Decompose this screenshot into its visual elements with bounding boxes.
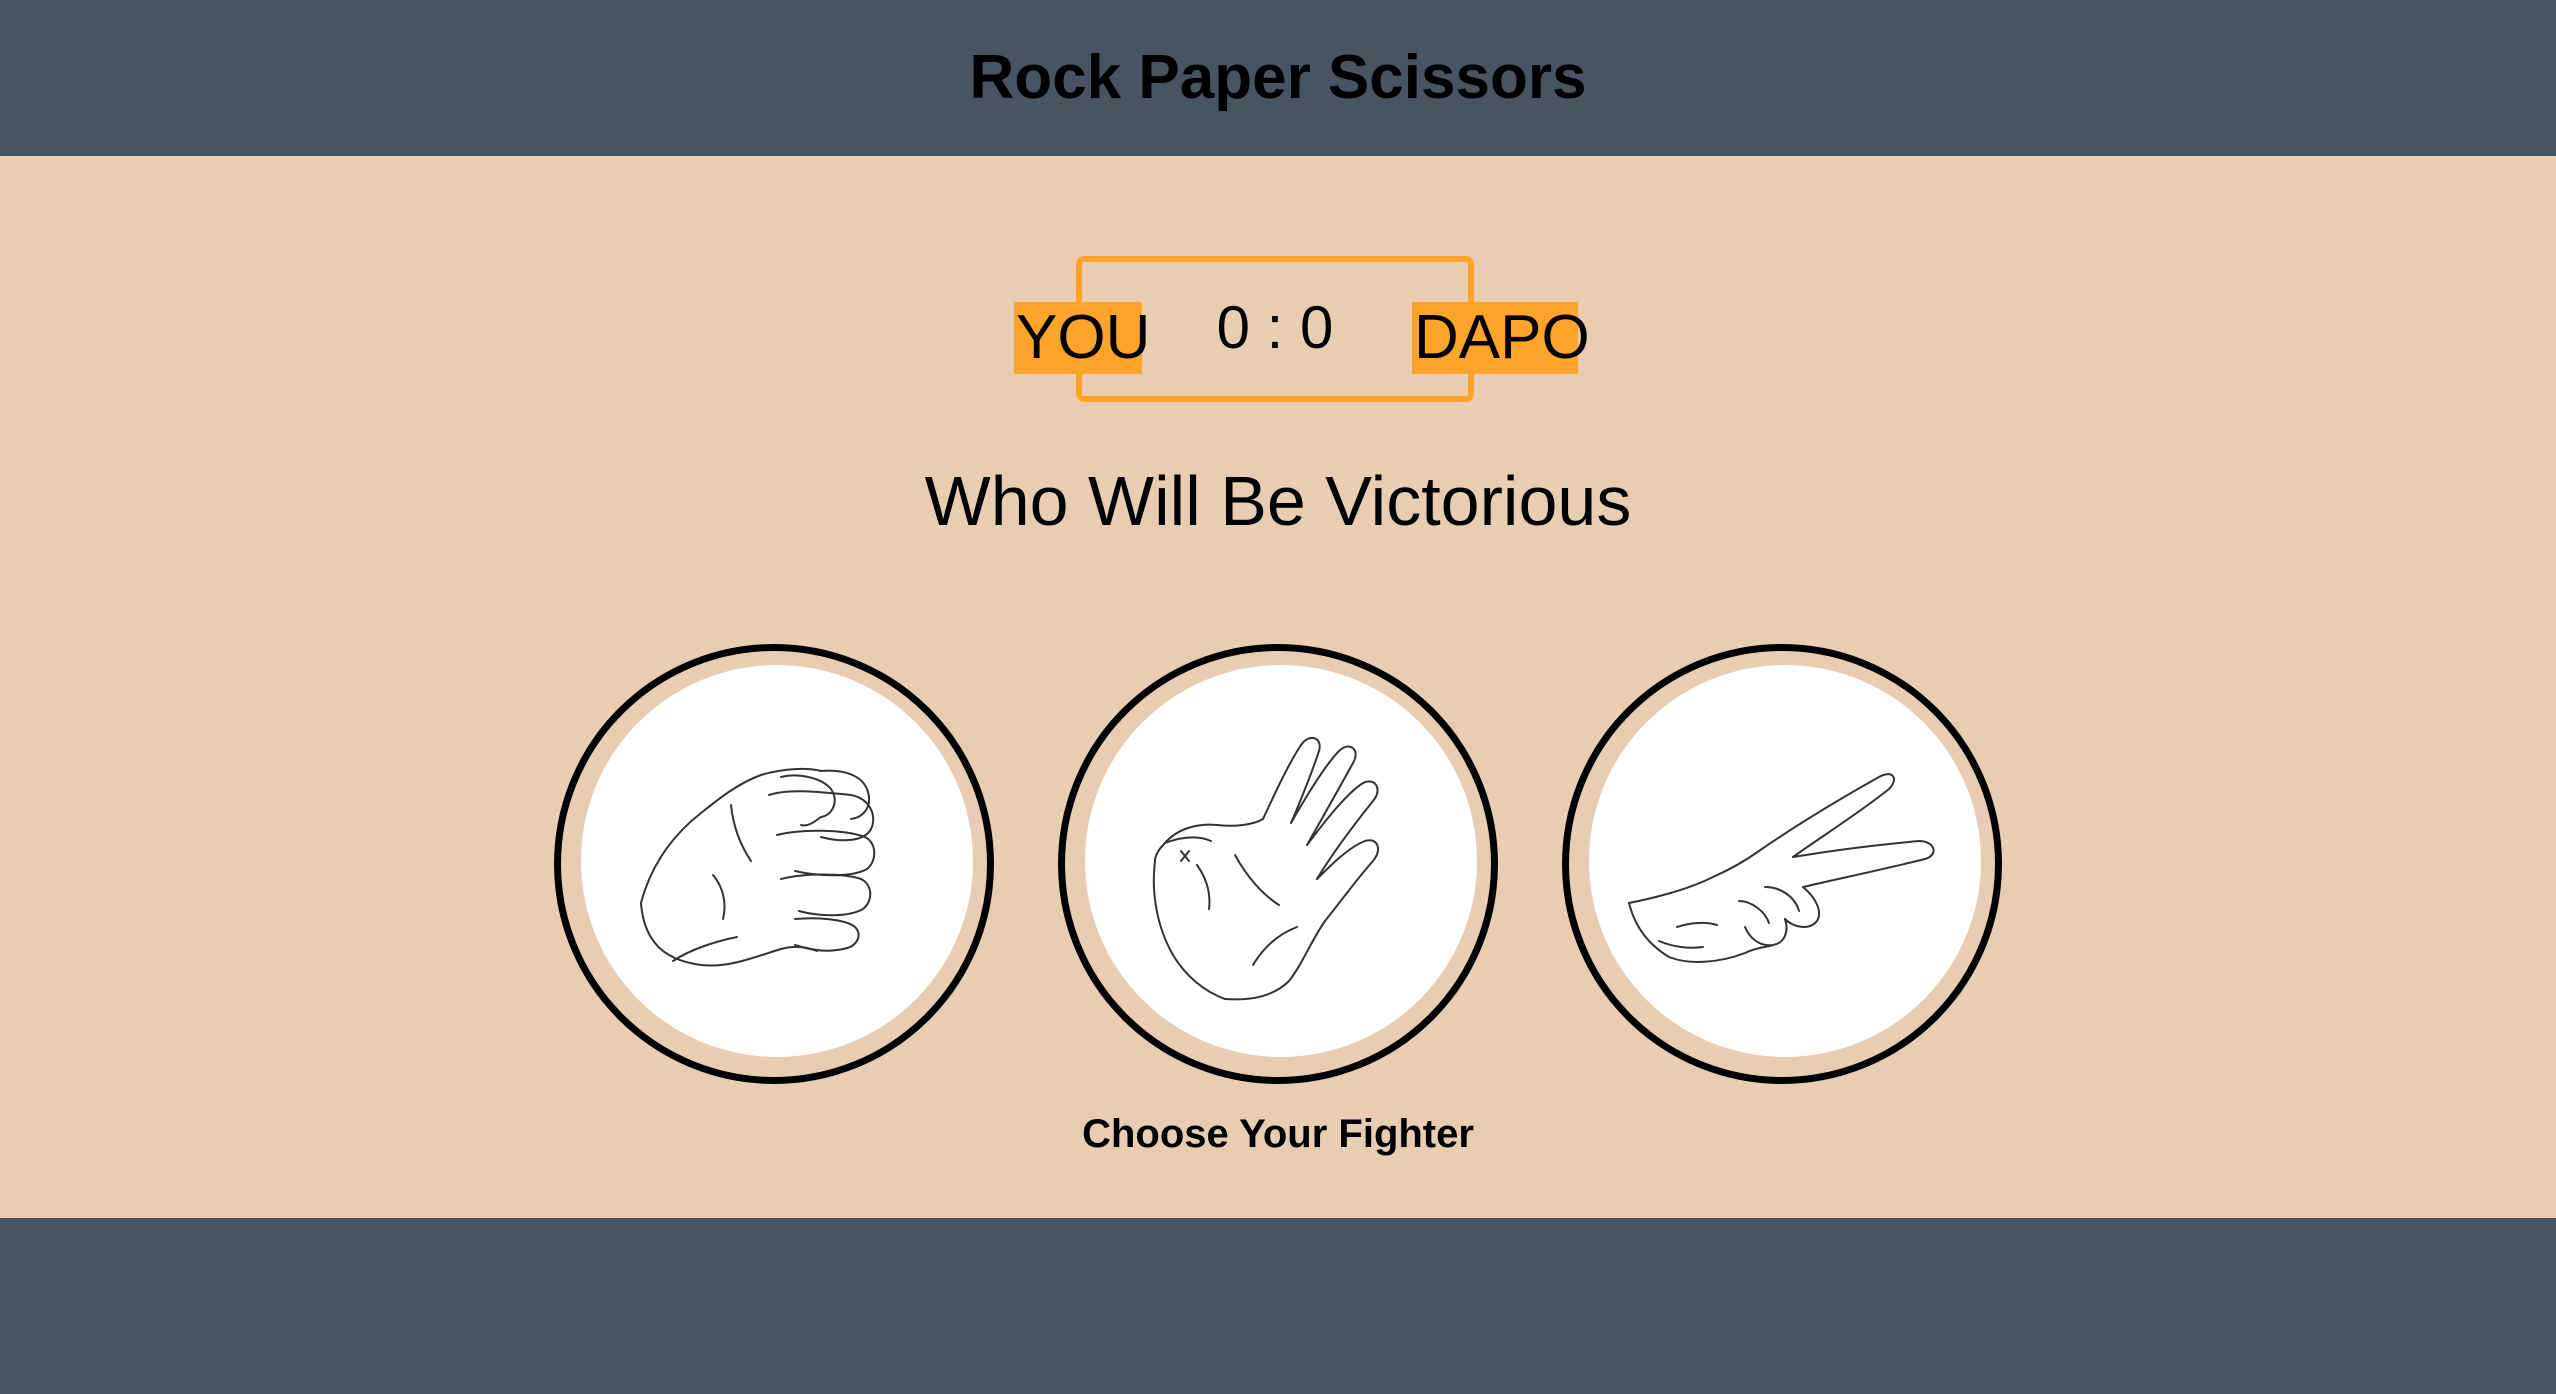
rock-hand-icon [640, 767, 876, 967]
paper-hand-icon [1152, 736, 1380, 1001]
scissors-hand-icon [1628, 773, 1935, 963]
action-message: Choose Your Fighter [1082, 1112, 1474, 1156]
rock-disc [581, 665, 973, 1057]
page-header: Rock Paper Scissors [0, 0, 2556, 156]
game-area: 0 : 0 YOU DAPO Who Will Be Victorious Ch… [0, 156, 2556, 1218]
computer-badge: DAPO [1412, 302, 1590, 374]
rock-choice-button[interactable] [554, 644, 994, 1084]
result-message: Who Will Be Victorious [924, 462, 1632, 540]
user-badge: YOU [1014, 302, 1151, 374]
page-title: Rock Paper Scissors [969, 43, 1587, 112]
page-footer [0, 1218, 2556, 1394]
paper-disc [1085, 665, 1477, 1057]
paper-choice-button[interactable] [1058, 644, 1498, 1084]
choices [0, 644, 2556, 1084]
scissors-choice-button[interactable] [1562, 644, 2002, 1084]
scissors-disc [1589, 665, 1981, 1057]
